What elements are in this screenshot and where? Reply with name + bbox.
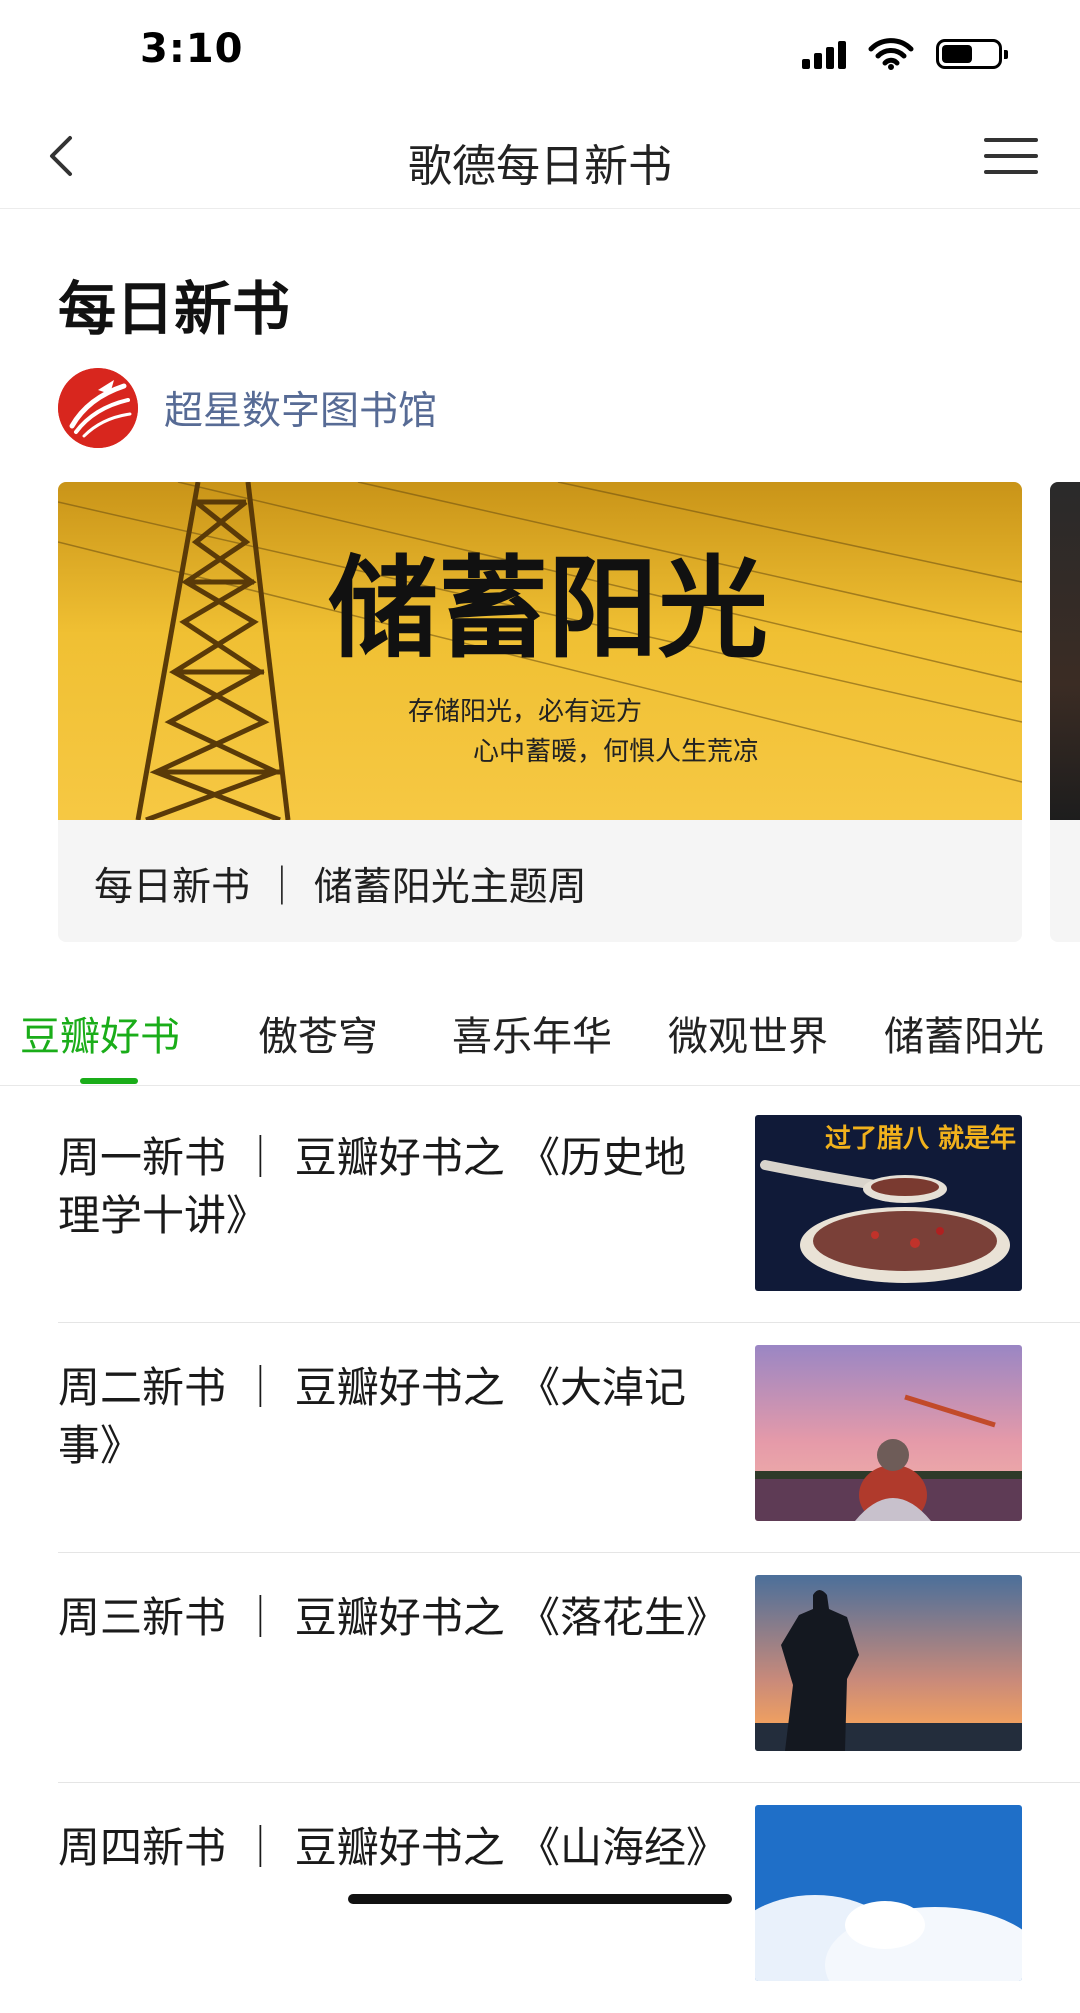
tab-xi-le-nian-hua[interactable]: 喜乐年华 — [452, 1004, 612, 1062]
tab-douban-good-books[interactable]: 豆瓣好书 — [20, 1004, 180, 1062]
thumbnail-text: 过了腊八 就是年 — [825, 1123, 1016, 1154]
status-bar: 3:10 — [0, 0, 1080, 104]
account-name[interactable]: 超星数字图书馆 — [164, 380, 437, 436]
battery-icon — [936, 39, 1008, 69]
next-banner-card-peek[interactable] — [1050, 482, 1080, 942]
banner-caption: 每日新书 ｜ 储蓄阳光主题周 — [94, 865, 587, 910]
tabs-divider — [0, 1085, 1080, 1086]
list-item[interactable]: 周一新书 ｜ 豆瓣好书之 《历史地理学十讲》 过了腊八 就是年 — [0, 1093, 1080, 1323]
active-tab-indicator — [80, 1078, 138, 1084]
status-icons — [802, 36, 1008, 72]
banner-line1: 存储阳光，必有远方 — [408, 697, 642, 727]
article-thumbnail — [755, 1805, 1022, 1981]
nav-bar: 歌德每日新书 — [0, 104, 1080, 209]
article-thumbnail — [755, 1575, 1022, 1751]
banner-image: 储蓄阳光 存储阳光，必有远方 心中蓄暖，何惧人生荒凉 — [58, 482, 1022, 820]
article-title: 周四新书 ｜ 豆瓣好书之 《山海经》 — [58, 1823, 729, 1872]
menu-icon[interactable] — [984, 136, 1038, 176]
article-thumbnail: 过了腊八 就是年 — [755, 1115, 1022, 1291]
article-title: 周一新书 ｜ 豆瓣好书之 《历史地理学十讲》 — [58, 1133, 687, 1240]
banner-card[interactable]: 储蓄阳光 存储阳光，必有远方 心中蓄暖，何惧人生荒凉 每日新书 ｜ 储蓄阳光主题… — [58, 482, 1022, 942]
tab-ao-cang-qiong[interactable]: 傲苍穹 — [258, 1004, 378, 1062]
category-tabs: 豆瓣好书 傲苍穹 喜乐年华 微观世界 储蓄阳光 — [0, 998, 1080, 1086]
list-item[interactable]: 周三新书 ｜ 豆瓣好书之 《落花生》 — [0, 1553, 1080, 1783]
list-item[interactable]: 周二新书 ｜ 豆瓣好书之 《大淖记事》 — [0, 1323, 1080, 1553]
banner-line2: 心中蓄暖，何惧人生荒凉 — [473, 737, 759, 767]
nav-title: 歌德每日新书 — [408, 141, 672, 192]
cellular-signal-icon — [802, 39, 846, 69]
status-time: 3:10 — [140, 26, 244, 72]
banner-headline: 储蓄阳光 — [328, 544, 768, 673]
battery-level-fill — [942, 45, 972, 63]
article-thumbnail — [755, 1345, 1022, 1521]
account-logo — [58, 368, 138, 448]
article-title: 周二新书 ｜ 豆瓣好书之 《大淖记事》 — [58, 1363, 687, 1470]
article-title: 周三新书 ｜ 豆瓣好书之 《落花生》 — [58, 1593, 729, 1642]
tab-wei-guan-shi-jie[interactable]: 微观世界 — [668, 1004, 828, 1062]
page-title: 每日新书 — [58, 275, 291, 343]
next-banner-image — [1050, 482, 1080, 820]
wifi-icon — [868, 38, 914, 70]
account-row[interactable]: 超星数字图书馆 — [58, 368, 437, 448]
home-indicator — [348, 1894, 732, 1904]
tab-chu-xu-yang-guang[interactable]: 储蓄阳光 — [884, 1004, 1044, 1062]
